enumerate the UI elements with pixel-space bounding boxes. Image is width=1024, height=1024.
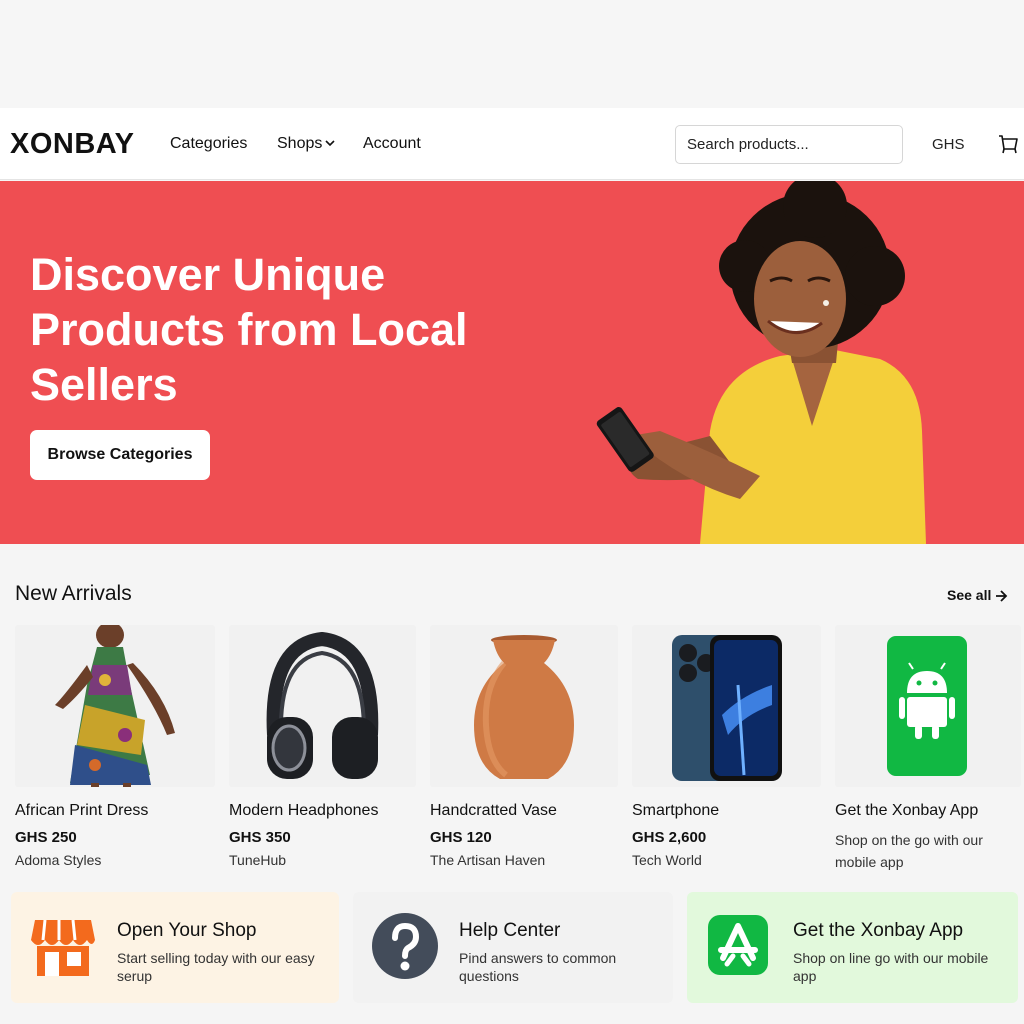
promo-description: Pind answers to common questions	[459, 950, 617, 984]
promo-description: Start selling today with our easy serup	[117, 950, 315, 984]
storefront-icon	[31, 919, 95, 976]
cart-icon	[999, 135, 1018, 154]
product-image	[229, 625, 416, 787]
currency-selector[interactable]: GHS	[932, 136, 965, 153]
product-image	[15, 625, 215, 787]
product-shop: The Artisan Haven	[430, 852, 546, 868]
help-center-tile[interactable]: Help Center Pind answers to common quest…	[353, 892, 673, 1003]
app-promo-image	[835, 625, 1021, 787]
new-arrivals-title: New Arrivals	[15, 582, 132, 605]
promo-title: Get the Xonbay App	[793, 920, 964, 941]
promo-description: Shop on line go with our mobile app	[793, 950, 989, 984]
vase-image	[474, 635, 574, 779]
product-image	[632, 625, 821, 787]
question-icon	[372, 913, 438, 979]
product-shop: Adoma Styles	[15, 852, 102, 868]
nav-categories[interactable]: Categories	[170, 135, 247, 153]
smartphone-image	[672, 635, 782, 781]
product-price: GHS 350	[229, 829, 291, 846]
product-name: Modern Headphones	[229, 802, 379, 819]
product-price: GHS 2,600	[632, 829, 707, 846]
dress-image	[55, 625, 175, 787]
product-name: African Print Dress	[15, 802, 149, 819]
nav-shops[interactable]: Shops	[277, 135, 335, 153]
hero-title: Discover Unique Products from Local Sell…	[30, 249, 468, 410]
cart-button[interactable]	[997, 133, 1019, 160]
chevron-down-icon	[325, 140, 335, 147]
promo-title: Help Center	[459, 920, 561, 941]
arrow-right-icon	[996, 590, 1008, 602]
product-price: GHS 120	[430, 829, 492, 846]
nav-shops-label: Shops	[277, 135, 323, 152]
app-store-icon	[708, 915, 768, 975]
product-shop: TuneHub	[229, 852, 287, 868]
product-image	[430, 625, 618, 787]
app-promo-title: Get the Xonbay App	[835, 802, 979, 819]
app-promo-description: Shop on the go with our mobile app	[835, 832, 983, 870]
site-logo[interactable]: XONBAY	[10, 128, 134, 161]
open-shop-tile[interactable]: Open Your Shop Start selling today with …	[11, 892, 339, 1003]
android-icon	[887, 636, 967, 776]
nav-account[interactable]: Account	[363, 135, 421, 153]
get-app-tile[interactable]: Get the Xonbay App Shop on line go with …	[687, 892, 1018, 1003]
top-blank-area	[0, 0, 1024, 108]
search-input[interactable]	[675, 125, 903, 164]
headphones-image	[266, 631, 379, 779]
promo-title: Open Your Shop	[117, 920, 257, 941]
browse-categories-button[interactable]: Browse Categories	[30, 430, 210, 480]
site-header: XONBAY Categories Shops Account GHS	[0, 108, 1024, 180]
hero-banner: Discover Unique Products from Local Sell…	[0, 181, 1024, 544]
product-price: GHS 250	[15, 829, 77, 846]
product-name: Handcratted Vase	[430, 802, 557, 819]
product-name: Smartphone	[632, 802, 720, 819]
see-all-label: See all	[947, 587, 992, 603]
product-shop: Tech World	[632, 852, 702, 868]
hero-woman-with-phone-image	[596, 181, 926, 544]
see-all-link[interactable]: See all	[947, 587, 1008, 603]
